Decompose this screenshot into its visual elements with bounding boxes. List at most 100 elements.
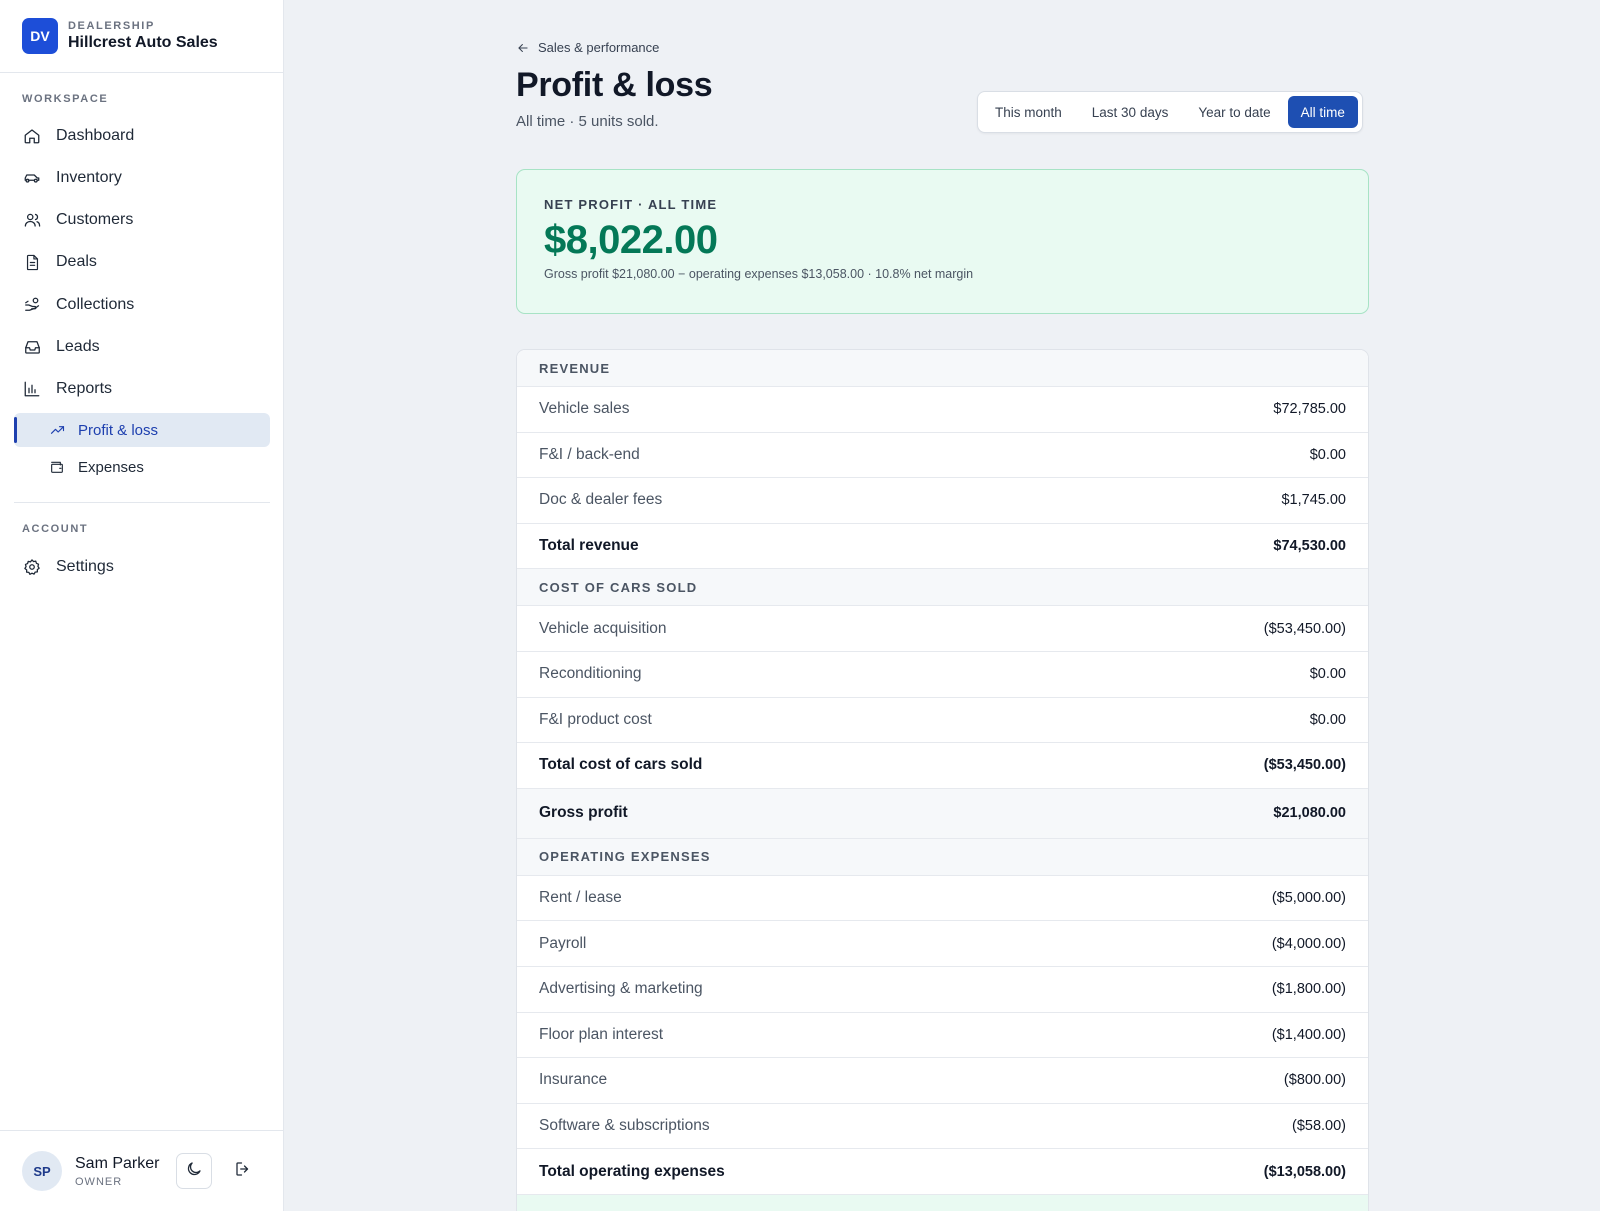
total-label: Total operating expenses (539, 1162, 725, 1180)
section-header-cogs: COST OF CARS SOLD (517, 569, 1368, 607)
user-role: OWNER (75, 1175, 123, 1188)
sidebar-item-customers[interactable]: Customers (22, 207, 133, 233)
inbox-icon (22, 337, 42, 357)
line-item-value: ($1,400.00) (1271, 1026, 1346, 1043)
sidebar-item-dashboard[interactable]: Dashboard (22, 123, 134, 149)
sidebar-item-label: Dashboard (56, 127, 135, 144)
page-title: Profit & loss (516, 66, 713, 104)
sidebar-subitem-label: Expenses (78, 458, 144, 476)
theme-toggle-button[interactable] (176, 1153, 212, 1189)
home-icon (22, 126, 42, 146)
line-item-label: Rent / lease (539, 889, 622, 907)
line-item-value: $0.00 (1309, 711, 1346, 728)
net-profit-detail: Gross profit $21,080.00 − operating expe… (544, 267, 974, 281)
table-row: Reconditioning $0.00 (517, 652, 1368, 698)
sidebar-item-reports[interactable]: Reports (22, 376, 112, 402)
sidebar: DV DEALERSHIP Hillcrest Auto Sales WORKS… (0, 0, 284, 1211)
car-icon (22, 168, 42, 188)
gross-profit-label: Gross profit (539, 804, 628, 822)
sidebar-subitem-profit-loss[interactable]: Profit & loss (14, 413, 270, 447)
logout-icon (234, 1160, 252, 1183)
sidebar-item-label: Reports (56, 380, 113, 397)
section-header-label: COST OF CARS SOLD (539, 579, 698, 595)
logout-button[interactable] (225, 1153, 261, 1189)
period-year-to-date-button[interactable]: Year to date (1185, 96, 1283, 128)
brand-logo: DV (22, 18, 58, 54)
total-value: ($13,058.00) (1263, 1163, 1346, 1180)
gear-icon (22, 557, 42, 577)
document-icon (22, 252, 42, 272)
period-all-time-button[interactable]: All time (1287, 96, 1358, 128)
table-row: Software & subscriptions ($58.00) (517, 1104, 1368, 1150)
line-item-value: ($4,000.00) (1271, 935, 1346, 952)
wallet-icon (48, 458, 66, 476)
line-item-value: $1,745.00 (1281, 492, 1346, 509)
line-item-label: Advertising & marketing (539, 980, 703, 998)
table-row: Vehicle acquisition ($53,450.00) (517, 606, 1368, 652)
page-subtitle: All time · 5 units sold. (516, 113, 659, 130)
sidebar-item-label: Inventory (56, 169, 122, 186)
section-header-label: OPERATING EXPENSES (539, 849, 711, 865)
line-item-value: ($58.00) (1291, 1118, 1346, 1135)
line-item-label: Insurance (539, 1071, 608, 1089)
line-item-value: $0.00 (1309, 446, 1346, 463)
line-item-value: ($5,000.00) (1271, 890, 1346, 907)
table-row: Advertising & marketing ($1,800.00) (517, 967, 1368, 1013)
total-revenue-row: Total revenue $74,530.00 (517, 524, 1368, 570)
total-value: $74,530.00 (1273, 538, 1346, 555)
line-item-value: ($1,800.00) (1271, 981, 1346, 998)
table-row: Vehicle sales $72,785.00 (517, 387, 1368, 433)
period-last-30-days-button[interactable]: Last 30 days (1079, 96, 1182, 128)
line-item-label: Software & subscriptions (539, 1117, 710, 1135)
total-value: ($53,450.00) (1263, 757, 1346, 774)
table-row: F&I product cost $0.00 (517, 698, 1368, 744)
net-profit-label: NET PROFIT · ALL TIME (544, 197, 718, 212)
brand-name: Hillcrest Auto Sales (68, 34, 218, 51)
moon-icon (185, 1160, 203, 1183)
sidebar-item-label: Customers (56, 211, 134, 228)
net-profit-value: $8,022.00 (544, 218, 718, 262)
line-item-label: Vehicle sales (539, 400, 630, 418)
user-name: Sam Parker (75, 1154, 160, 1172)
sidebar-item-deals[interactable]: Deals (22, 249, 97, 275)
section-header-label: REVENUE (539, 360, 611, 376)
workspace-section-label: WORKSPACE (22, 93, 109, 105)
avatar[interactable]: SP (22, 1151, 62, 1191)
section-header-revenue: REVENUE (517, 350, 1368, 387)
table-row: Payroll ($4,000.00) (517, 921, 1368, 967)
sidebar-subitem-expenses[interactable]: Expenses (14, 450, 270, 484)
arrow-left-icon (518, 43, 528, 52)
period-this-month-button[interactable]: This month (982, 96, 1075, 128)
line-item-label: Vehicle acquisition (539, 619, 667, 637)
gross-profit-row: Gross profit $21,080.00 (517, 788, 1368, 839)
gross-profit-value: $21,080.00 (1273, 805, 1346, 822)
back-link-label: Sales & performance (538, 40, 660, 55)
table-row: F&I / back-end $0.00 (517, 433, 1368, 479)
sidebar-item-inventory[interactable]: Inventory (22, 165, 122, 191)
table-row: Doc & dealer fees $1,745.00 (517, 478, 1368, 524)
sidebar-item-collections[interactable]: Collections (22, 292, 134, 318)
back-link[interactable]: Sales & performance (516, 40, 659, 55)
table-row: Insurance ($800.00) (517, 1058, 1368, 1104)
total-label: Total revenue (539, 537, 639, 555)
sidebar-item-settings[interactable]: Settings (22, 554, 114, 580)
section-header-opex: OPERATING EXPENSES (517, 838, 1368, 876)
line-item-value: ($53,450.00) (1263, 620, 1346, 637)
total-cogs-row: Total cost of cars sold ($53,450.00) (517, 743, 1368, 789)
sidebar-item-leads[interactable]: Leads (22, 334, 100, 360)
sidebar-divider (14, 502, 270, 503)
line-item-label: F&I / back-end (539, 445, 640, 463)
user-profile-bar: SP Sam Parker OWNER (0, 1130, 283, 1211)
brand-header[interactable]: DV DEALERSHIP Hillcrest Auto Sales (0, 0, 283, 73)
brand-eyebrow: DEALERSHIP (68, 20, 155, 32)
account-section-label: ACCOUNT (22, 523, 89, 535)
line-item-label: Payroll (539, 934, 587, 952)
net-profit-card: NET PROFIT · ALL TIME $8,022.00 Gross pr… (516, 169, 1369, 314)
hand-coins-icon (22, 295, 42, 315)
table-row: Floor plan interest ($1,400.00) (517, 1013, 1368, 1059)
line-item-label: F&I product cost (539, 710, 652, 728)
line-item-label: Floor plan interest (539, 1025, 664, 1043)
sidebar-item-label: Leads (56, 338, 100, 355)
line-item-label: Doc & dealer fees (539, 491, 663, 509)
net-profit-row-partial (517, 1194, 1368, 1211)
